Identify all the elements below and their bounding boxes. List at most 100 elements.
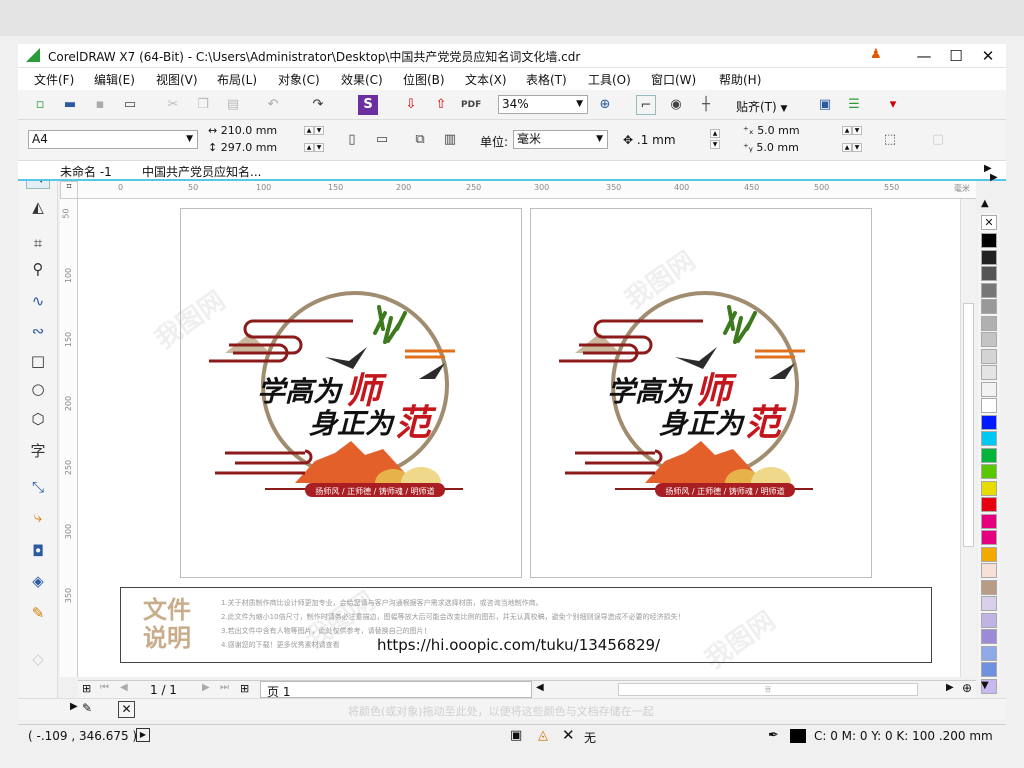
color-swatch[interactable] [981,249,997,265]
first-page-icon[interactable]: ⏮ [100,682,109,693]
current-page-icon[interactable]: ▥ [440,130,460,150]
color-swatch[interactable] [981,299,997,314]
palette-scroll-down-icon[interactable]: ▼ [981,680,989,691]
interactive-fill-icon[interactable]: ◇ [26,647,50,671]
cut-icon[interactable]: ✂ [163,95,183,115]
menu-bitmap[interactable]: 位图(B) [403,71,445,88]
connector-tool-icon[interactable]: ⤷ [26,505,50,529]
redo-icon[interactable]: ↷ [308,95,328,115]
docker-arrow-icon[interactable]: ▶ [70,701,78,712]
color-swatch[interactable] [981,497,997,512]
color-swatch[interactable] [981,530,997,545]
crop-tool-icon[interactable]: ⌗ [26,231,50,255]
user-icon[interactable]: ♟ [870,47,884,63]
color-swatch[interactable] [981,579,997,595]
color-swatch[interactable] [981,233,997,248]
docker-eyedropper-icon[interactable]: ✎ [82,701,92,715]
outline-color-swatch[interactable] [790,729,806,743]
freehand-tool-icon[interactable]: ∿ [26,289,50,313]
zoom-level-select[interactable]: 34% ▼ [498,95,588,114]
tab-untitled[interactable]: 未命名 -1 [60,163,112,180]
eyedropper-tool-icon[interactable]: ✎ [26,601,50,625]
artboard-left[interactable]: 学高为 师 身正为 范 扬师风 / 正师德 / 铸师魂 / 明师道 [180,208,522,578]
copy-icon[interactable]: ❐ [193,95,213,115]
dupx-spin-up[interactable]: ▲ [842,126,852,135]
ruler-origin-icon[interactable]: ⌗ [60,181,78,199]
object-icon[interactable]: ▣ [510,728,522,743]
menu-layout[interactable]: 布局(L) [217,71,257,88]
rectangle-tool-icon[interactable]: □ [26,349,50,373]
color-swatch[interactable] [981,266,997,281]
vertical-scroll-thumb[interactable] [963,303,974,547]
no-color-swatch[interactable]: ✕ [981,215,997,230]
color-swatch[interactable] [981,398,997,413]
snap-to-dropdown[interactable]: 贴齐(T) ▼ [736,98,787,115]
dupx-spin-down[interactable]: ▼ [852,126,862,135]
menu-file[interactable]: 文件(F) [34,71,74,88]
undo-icon[interactable]: ↶ [263,95,283,115]
color-swatch[interactable] [981,629,997,644]
color-swatch[interactable] [981,431,997,446]
menu-window[interactable]: 窗口(W) [651,71,696,88]
nudge-spin-up[interactable]: ▲ [710,129,720,138]
artistic-media-icon[interactable]: ∾ [26,319,50,343]
tab-current-document[interactable]: 中国共产党员应知名... [142,163,261,180]
save-icon[interactable]: ▪ [90,95,110,115]
duplicate-x-field[interactable]: ⁺ₓ 5.0 mm [743,124,800,137]
page-width-field[interactable]: ↔ 210.0 mm [208,124,277,137]
nudge-spin-down[interactable]: ▼ [710,140,720,149]
menu-text[interactable]: 文本(X) [465,71,507,88]
import-icon[interactable]: ⇩ [401,95,421,115]
page-tab[interactable]: 页 1 [260,681,532,699]
transparency-tool-icon[interactable]: ◈ [26,569,50,593]
portrait-icon[interactable]: ▯ [342,130,362,150]
horizontal-ruler[interactable]: 0 50 100 150 200 250 300 350 400 450 500… [78,181,976,199]
color-swatch[interactable] [981,464,997,479]
status-play-icon[interactable]: ▶ [136,728,150,742]
rulers-icon[interactable]: ⌐ [636,95,656,115]
culture-wall-design[interactable]: 学高为 师 身正为 范 扬师风 / 正师德 / 铸师魂 / 明师道 [555,283,813,505]
horizontal-scroll-thumb[interactable]: ⦙⦙⦙ [618,683,918,696]
color-swatch[interactable] [981,414,997,430]
color-swatch[interactable] [981,282,997,298]
search-content-icon[interactable]: S [358,95,378,115]
export-icon[interactable]: ⇧ [431,95,451,115]
add-page-after-icon[interactable]: ⊞ [240,682,249,695]
culture-wall-design[interactable]: 学高为 师 身正为 范 扬师风 / 正师德 / 铸师魂 / 明师道 [205,283,463,505]
color-swatch[interactable] [981,645,997,661]
drop-shadow-tool-icon[interactable]: ◘ [26,539,50,563]
vertical-scrollbar[interactable] [960,199,976,677]
height-spin-up[interactable]: ▲ [304,143,314,152]
next-page-icon[interactable]: ▶ [202,682,210,693]
color-swatch[interactable] [981,563,997,578]
width-spin-down[interactable]: ▼ [314,126,324,135]
ellipse-tool-icon[interactable]: ○ [26,377,50,401]
duplicate-y-field[interactable]: ⁺ᵧ 5.0 mm [743,141,799,154]
color-swatch[interactable] [981,447,997,463]
prev-page-icon[interactable]: ◀ [120,682,128,693]
artboard-right[interactable]: 学高为 师 身正为 范 扬师风 / 正师德 / 铸师魂 / 明师道 [530,208,872,578]
color-swatch[interactable] [981,596,997,611]
color-swatch[interactable] [981,480,997,496]
menu-effects[interactable]: 效果(C) [341,71,383,88]
all-pages-icon[interactable]: ⧉ [410,130,430,150]
text-tool-icon[interactable]: 字 [26,439,50,463]
color-swatch[interactable] [981,612,997,628]
new-document-icon[interactable]: ▫ [30,95,50,115]
color-swatch[interactable] [981,315,997,331]
color-swatch[interactable] [981,381,997,397]
last-page-icon[interactable]: ⏭ [220,682,229,693]
color-swatch[interactable] [981,662,997,677]
units-select[interactable]: 毫米 ▼ [513,130,608,149]
full-screen-icon[interactable]: ⊕ [595,95,615,115]
fill-bucket-icon[interactable]: ◬ [538,728,548,743]
guidelines-icon[interactable]: ┼ [696,95,716,115]
menu-help[interactable]: 帮助(H) [719,71,761,88]
color-swatch[interactable] [981,513,997,529]
minimize-button[interactable]: — [908,44,940,68]
color-swatch[interactable] [981,348,997,364]
zoom-nav-icon[interactable]: ⊕ [962,681,972,695]
welcome-screen-icon[interactable]: ▣ [815,95,835,115]
width-spin-up[interactable]: ▲ [304,126,314,135]
options-icon[interactable]: ☰ [844,95,864,115]
